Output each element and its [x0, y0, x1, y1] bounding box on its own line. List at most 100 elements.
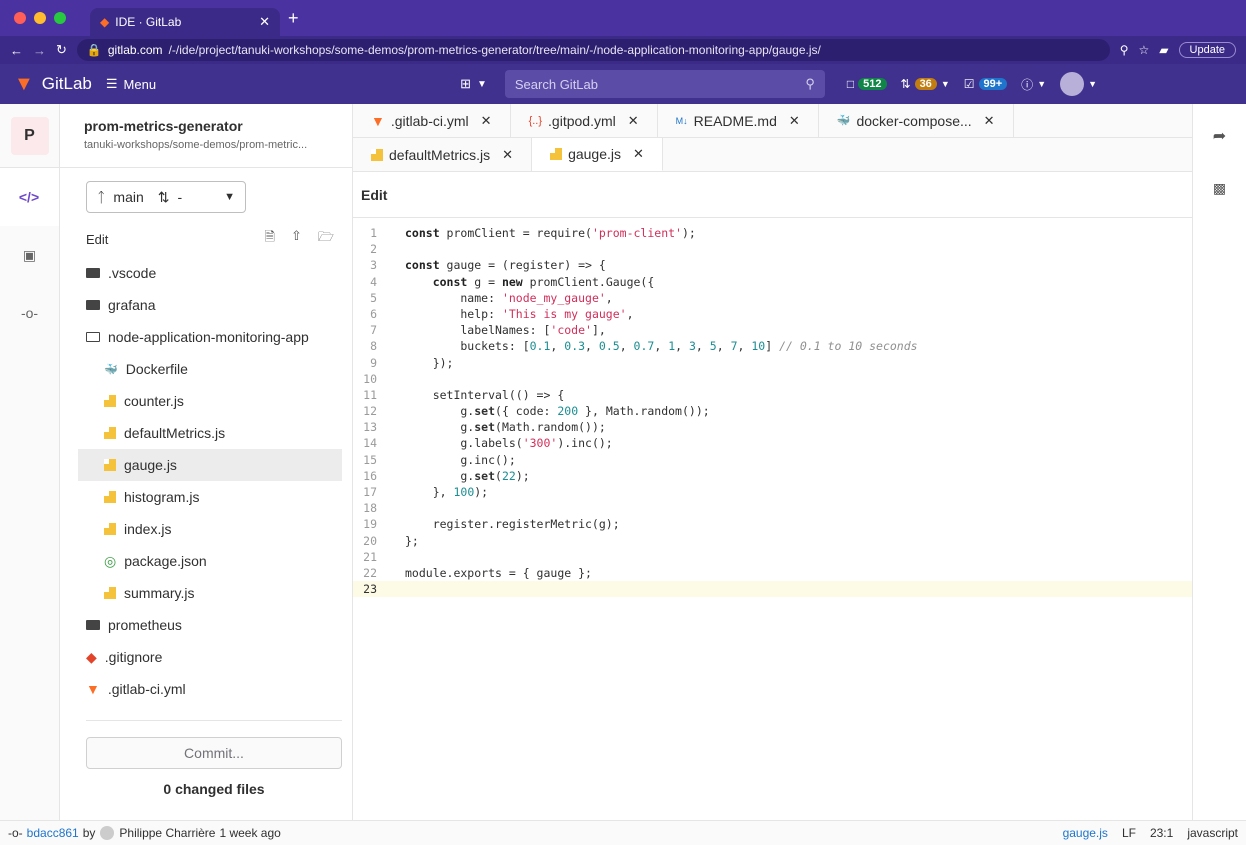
puzzle-icon[interactable]: ▰: [1159, 43, 1168, 57]
new-folder-icon[interactable]: 🗁: [318, 228, 334, 250]
new-tab-button[interactable]: +: [288, 8, 299, 29]
file-tree-item[interactable]: counter.js: [78, 385, 342, 417]
star-icon[interactable]: ☆: [1139, 43, 1150, 57]
close-tab-icon[interactable]: ✕: [481, 113, 492, 129]
commit-button[interactable]: Commit...: [86, 737, 342, 769]
browser-toolbar: ← → ↻ 🔒 gitlab.com /-/ide/project/tanuki-…: [0, 36, 1246, 64]
close-window-button[interactable]: [14, 12, 26, 24]
file-tree-item[interactable]: prometheus: [78, 609, 342, 641]
menu-button[interactable]: ☰ Menu: [106, 76, 156, 92]
file-tree-item[interactable]: index.js: [78, 513, 342, 545]
file-tree-item[interactable]: .vscode: [78, 257, 342, 289]
file-tree-item[interactable]: grafana: [78, 289, 342, 321]
browser-tab[interactable]: ◆ IDE · GitLab ✕: [90, 8, 280, 36]
file-tree: .vscode grafana node-application-monitorin…: [60, 257, 352, 705]
code-editor[interactable]: 1 const promClient = require('prom-client…: [353, 218, 1192, 820]
line-content: g.labels('300').inc();: [405, 436, 613, 451]
search-input[interactable]: Search GitLab ⚲: [504, 70, 825, 98]
javascript-file-icon: [104, 523, 116, 535]
chevron-down-icon: ▼: [1088, 79, 1098, 89]
gitlab-logo[interactable]: ▼ GitLab: [14, 73, 92, 96]
code-line: 14 g.labels('300').inc();: [353, 435, 1192, 451]
project-avatar[interactable]: P: [10, 116, 49, 155]
zoom-icon[interactable]: ⚲: [1120, 43, 1129, 57]
editor-tab[interactable]: {..} .gitpod.yml ✕: [511, 104, 658, 137]
file-tree-item[interactable]: histogram.js: [78, 481, 342, 513]
todo-icon: ☑: [963, 77, 975, 91]
commit-sha-link[interactable]: bdacc861: [27, 826, 79, 840]
code-line: 16 g.set(22);: [353, 468, 1192, 484]
lock-icon: 🔒: [86, 43, 102, 57]
edit-mode-icon[interactable]: </>: [0, 168, 59, 226]
new-dropdown[interactable]: ⊞ ▼: [460, 76, 487, 92]
close-tab-icon[interactable]: ✕: [789, 113, 800, 129]
line-content: buckets: [0.1, 0.3, 0.5, 0.7, 1, 3, 5, 7…: [405, 339, 918, 354]
file-tree-item[interactable]: ▼ .gitlab-ci.yml: [78, 673, 342, 705]
editor-tab[interactable]: M↓ README.md ✕: [658, 104, 819, 137]
merge-requests-button[interactable]: ⇅ 36 ▼: [901, 77, 950, 91]
issues-count: 512: [858, 78, 887, 90]
close-tab-icon[interactable]: ✕: [259, 14, 270, 30]
todos-button[interactable]: ☑ 99+: [963, 77, 1008, 91]
close-tab-icon[interactable]: ✕: [628, 113, 639, 129]
file-tree-item[interactable]: ◎ package.json: [78, 545, 342, 577]
close-tab-icon[interactable]: ✕: [984, 113, 995, 129]
forward-icon[interactable]: →: [33, 43, 46, 58]
editor-tab[interactable]: 🐳 docker-compose... ✕: [819, 104, 1014, 137]
help-button[interactable]: ⓘ ▼: [1021, 76, 1046, 93]
line-number: 22: [363, 565, 377, 580]
editor-tabs-row-1: ▼ .gitlab-ci.yml ✕ {..} .gitpod.yml ✕ M↓ README…: [353, 104, 1192, 138]
new-file-icon[interactable]: 🗎: [265, 228, 275, 250]
code-line: 3 const gauge = (register) => {: [353, 257, 1192, 273]
update-button[interactable]: Update: [1178, 42, 1236, 58]
line-number: 3: [370, 258, 377, 273]
javascript-file-icon: [550, 148, 563, 160]
maximize-window-button[interactable]: [54, 12, 66, 24]
reload-icon[interactable]: ↻: [56, 42, 67, 58]
file-tree-item[interactable]: node-application-monitoring-app: [78, 321, 342, 353]
pipeline-rocket-icon[interactable]: ➦: [1213, 126, 1226, 146]
editor-tab[interactable]: ▼ .gitlab-ci.yml ✕: [353, 104, 511, 137]
branch-selector[interactable]: ᛏ main ⇅ - ▼: [86, 181, 246, 213]
review-mode-icon[interactable]: ▣: [0, 226, 59, 284]
editor-tab[interactable]: defaultMetrics.js ✕: [353, 138, 533, 171]
status-file-name[interactable]: gauge.js: [1063, 826, 1108, 840]
file-tree-item-label: prometheus: [108, 617, 182, 633]
code-line: 2: [353, 241, 1192, 257]
editor-tab[interactable]: gauge.js ✕: [532, 138, 663, 171]
terminal-icon[interactable]: ▩: [1213, 180, 1226, 197]
upload-icon[interactable]: ⇧: [291, 228, 302, 250]
close-tab-icon[interactable]: ✕: [633, 146, 644, 162]
gitlab-icon: ▼: [86, 681, 100, 697]
file-tree-item[interactable]: summary.js: [78, 577, 342, 609]
back-icon[interactable]: ←: [10, 43, 23, 58]
line-number: 19: [363, 517, 377, 532]
issues-button[interactable]: □ 512: [847, 77, 887, 91]
code-line: 1 const promClient = require('prom-client…: [353, 225, 1192, 241]
line-number: 18: [363, 501, 377, 516]
file-tree-item-label: summary.js: [124, 585, 195, 601]
file-tree-item[interactable]: 🐳 Dockerfile: [78, 353, 342, 385]
file-tree-item-label: grafana: [108, 297, 156, 313]
javascript-file-icon: [104, 427, 116, 439]
line-number: 4: [370, 274, 377, 289]
commit-mode-icon[interactable]: -o-: [0, 284, 59, 342]
file-tree-item[interactable]: ◆ .gitignore: [78, 641, 342, 673]
code-line: 11 setInterval(() => {: [353, 387, 1192, 403]
user-menu-button[interactable]: ▼: [1060, 72, 1097, 96]
author-avatar: [100, 826, 115, 840]
line-content: }, 100);: [405, 485, 489, 499]
code-line: 5 name: 'node_my_gauge',: [353, 290, 1192, 306]
address-bar[interactable]: 🔒 gitlab.com /-/ide/project/tanuki-worksh…: [76, 39, 1110, 61]
file-tree-item[interactable]: gauge.js: [78, 449, 342, 481]
close-tab-icon[interactable]: ✕: [502, 147, 513, 163]
minimize-window-button[interactable]: [34, 12, 46, 24]
project-name[interactable]: prom-metrics-generator: [84, 118, 328, 134]
tree-edit-label: Edit: [86, 231, 109, 247]
code-line: 10: [353, 371, 1192, 387]
issues-icon: □: [846, 77, 855, 91]
javascript-file-icon: [104, 587, 116, 599]
branch-icon: ᛏ: [97, 189, 106, 205]
file-tree-item-label: histogram.js: [124, 489, 200, 505]
file-tree-item[interactable]: defaultMetrics.js: [78, 417, 342, 449]
